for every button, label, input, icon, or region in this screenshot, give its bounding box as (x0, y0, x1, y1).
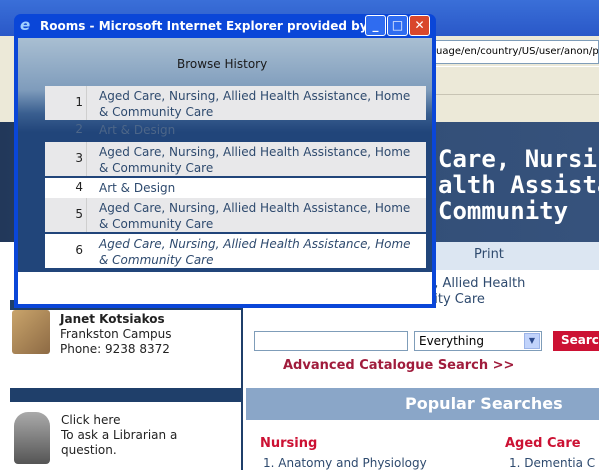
minimize-button[interactable]: _ (365, 15, 386, 36)
staff-name: Janet Kotsiakos (60, 312, 165, 326)
browse-history-title: Browse History (177, 57, 268, 71)
table-row[interactable]: 3 Aged Care, Nursing, Allied Health Assi… (45, 142, 426, 176)
popup-title: Rooms - Microsoft Internet Explorer prov… (40, 19, 386, 33)
ie-icon: e (20, 16, 31, 34)
staff-phone: Phone: 9238 8372 (60, 342, 170, 356)
chevron-down-icon[interactable]: ▼ (524, 333, 540, 349)
toolbar-row (430, 94, 599, 121)
print-link[interactable]: Print (474, 247, 504, 262)
list-item[interactable]: 1. Dementia C (509, 456, 595, 470)
category-nursing: Nursing (260, 436, 318, 451)
search-button[interactable]: Searc (553, 331, 599, 351)
history-table: 1 Aged Care, Nursing, Allied Health Assi… (45, 86, 426, 272)
staff-campus: Frankston Campus (60, 327, 172, 341)
thinker-statue-icon (14, 412, 50, 464)
avatar (12, 310, 50, 354)
maximize-button[interactable]: □ (387, 15, 408, 36)
sidebar-divider (10, 388, 243, 402)
toolbar-row (430, 66, 599, 93)
popular-searches-title: Popular Searches (405, 394, 563, 413)
table-row[interactable]: 6 Aged Care, Nursing, Allied Health Assi… (45, 234, 426, 268)
table-row[interactable]: 5 Aged Care, Nursing, Allied Health Assi… (45, 198, 426, 232)
table-row[interactable]: 1 Aged Care, Nursing, Allied Health Assi… (45, 86, 426, 120)
ask-librarian-link[interactable]: Click here (61, 413, 177, 428)
staff-contact: Janet Kotsiakos Frankston Campus Phone: … (60, 312, 172, 357)
search-input[interactable] (254, 331, 408, 351)
ask-librarian: Click here To ask a Librarian a question… (61, 413, 178, 457)
popup-footer (18, 272, 432, 304)
list-item[interactable]: 1. Anatomy and Physiology (263, 456, 427, 470)
category-aged-care: Aged Care (505, 436, 581, 451)
close-button[interactable]: ✕ (409, 15, 430, 36)
table-row[interactable]: 4 Art & Design (45, 178, 426, 198)
address-bar[interactable]: uage/en/country/US/user/anon/pa (432, 40, 599, 64)
table-row[interactable]: 2 Art & Design (45, 120, 426, 140)
search-scope-select[interactable]: Everything (414, 331, 542, 351)
page-subheading: g, Allied Health nity Care (426, 276, 526, 307)
banner-heading: Care, Nursi alth Assista Community (438, 145, 599, 225)
advanced-search-link[interactable]: Advanced Catalogue Search >> (283, 358, 514, 373)
